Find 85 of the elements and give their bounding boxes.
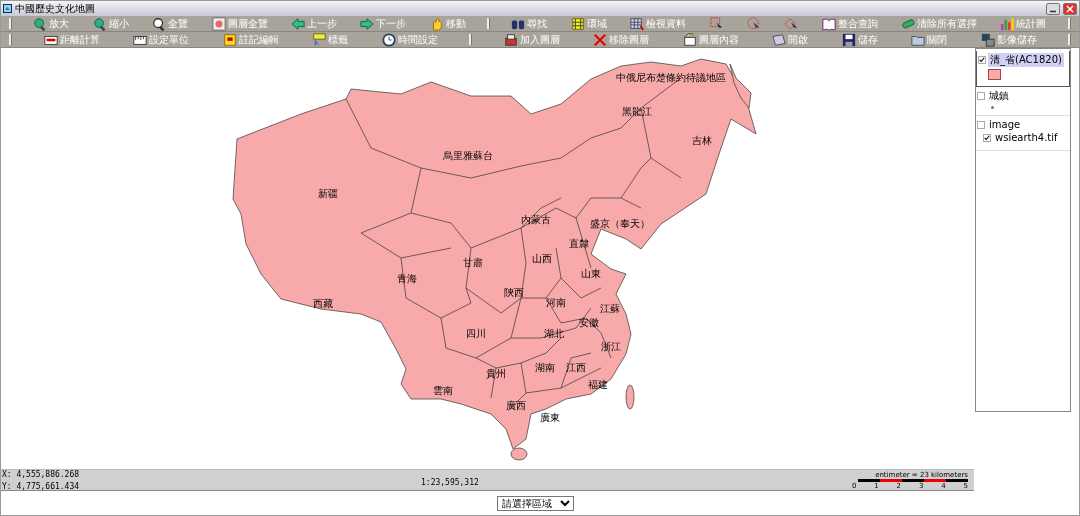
region-label: 青海 xyxy=(397,274,417,284)
region-label: 湖北 xyxy=(544,329,564,339)
left-arrow-icon xyxy=(290,16,305,31)
app-icon xyxy=(3,4,12,13)
toolbar-button[interactable]: 距離計算 xyxy=(41,32,102,47)
minimize-button[interactable] xyxy=(1046,2,1060,15)
region-label: 新疆 xyxy=(318,189,338,199)
toolbar-button[interactable]: 設定單位 xyxy=(131,32,191,47)
table-icon xyxy=(630,16,645,31)
toolbar-button[interactable]: 清除所有選擇 xyxy=(899,16,979,31)
region-label: 雲南 xyxy=(433,386,453,396)
circle-select-icon xyxy=(746,16,761,31)
grid-icon xyxy=(570,16,585,31)
point-symbol-icon xyxy=(991,106,994,109)
toolbar-button[interactable]: 移動 xyxy=(427,16,468,31)
zoom-out-icon xyxy=(92,16,107,31)
region-label: 廣東 xyxy=(540,413,560,423)
region-label: 西藏 xyxy=(313,299,333,309)
toolbar-button[interactable]: 儲存 xyxy=(839,32,880,47)
region-label: 烏里雅蘇台 xyxy=(443,151,493,161)
note-icon xyxy=(222,32,237,47)
toolbar-button[interactable]: 圖層內容 xyxy=(680,32,741,47)
region-label: 江西 xyxy=(566,363,586,373)
right-arrow-icon xyxy=(360,16,375,31)
toolbar-button[interactable]: 開啟 xyxy=(770,32,810,47)
layer-name[interactable]: 清_省(AC1820) xyxy=(988,52,1064,67)
layer-name[interactable]: 城鎮 xyxy=(987,88,1011,103)
layer-checkbox[interactable] xyxy=(978,55,986,64)
region-label: 盛京（奉天） xyxy=(590,219,650,229)
region-label: 江蘇 xyxy=(600,304,620,314)
toolbar-button[interactable]: 縮小 xyxy=(90,16,131,31)
book-icon xyxy=(821,16,836,31)
region-label: 山東 xyxy=(581,269,601,279)
remove-icon xyxy=(593,32,607,47)
toolbar-button[interactable]: 關閉 xyxy=(909,32,949,47)
region-label: 河南 xyxy=(546,298,566,308)
layer-checkbox[interactable] xyxy=(983,133,991,142)
bar-chart-icon xyxy=(1000,16,1015,31)
region-label: 廣西 xyxy=(506,401,526,411)
layer-name[interactable]: image xyxy=(987,119,1023,130)
polygon-select-icon xyxy=(784,16,799,31)
save-icon xyxy=(841,32,856,47)
layer-checkbox[interactable] xyxy=(977,120,985,129)
region-label: 安徽 xyxy=(579,318,599,328)
region-label: 甘肅 xyxy=(463,258,483,268)
toolbar-button[interactable]: 註記編輯 xyxy=(220,32,281,47)
magnifier-icon xyxy=(152,16,167,31)
region-label: 內蒙古 xyxy=(521,215,551,225)
layer-checkbox[interactable] xyxy=(977,91,985,100)
toolbar-button[interactable]: 尋找 xyxy=(509,16,550,31)
toolbar-button[interactable]: 統計圖 xyxy=(998,16,1049,31)
region-label: 浙江 xyxy=(601,342,621,352)
toolbar-button[interactable]: 全覽 xyxy=(150,16,191,31)
map-scale: 1:23,595,312 xyxy=(421,476,479,487)
toolbar-button[interactable]: 圖層全覽 xyxy=(209,16,270,31)
toolbar-button[interactable]: 加入圖層 xyxy=(501,32,562,47)
x-coordinate: X: 4,555,886.268 xyxy=(2,470,81,479)
toolbar-button[interactable]: 檢視資料 xyxy=(628,16,689,31)
region-dropdown[interactable]: 請選擇區域 xyxy=(497,495,574,511)
clock-icon xyxy=(381,32,396,47)
layer-name[interactable]: wsiearth4.tif xyxy=(993,132,1060,143)
region-label: 陝西 xyxy=(504,288,524,298)
region-label: 四川 xyxy=(466,329,486,339)
zoom-in-icon xyxy=(33,16,48,31)
region-label: 山西 xyxy=(532,254,552,264)
scale-bar-icon xyxy=(858,479,968,482)
toolbar-button[interactable]: 時間設定 xyxy=(379,32,440,47)
region-label: 中俄尼布楚條約待議地區 xyxy=(616,73,726,83)
toolbar-button[interactable]: 影像儲存 xyxy=(978,32,1039,47)
y-coordinate: Y: 4,775,661.434 xyxy=(2,482,81,491)
close-button[interactable] xyxy=(1063,2,1077,15)
region-label: 吉林 xyxy=(692,136,712,146)
toolbar-button[interactable]: 環域 xyxy=(568,16,609,31)
toolbar-button[interactable]: 放大 xyxy=(31,16,72,31)
region-label: 貴州 xyxy=(486,369,506,379)
window-title: 中國歷史文化地圖 xyxy=(15,1,96,16)
region-label: 直隸 xyxy=(569,239,589,249)
toolbar-button[interactable]: 整合查詢 xyxy=(819,16,880,31)
close-icon xyxy=(1066,4,1074,13)
rectangle-select-icon xyxy=(709,16,724,31)
toolbar-button[interactable]: 移除圖層 xyxy=(591,32,651,47)
label-icon xyxy=(312,32,326,47)
region-label: 福建 xyxy=(588,380,608,390)
region-label: 湖南 xyxy=(535,363,555,373)
toolbar-button[interactable]: 標籤 xyxy=(310,32,350,47)
